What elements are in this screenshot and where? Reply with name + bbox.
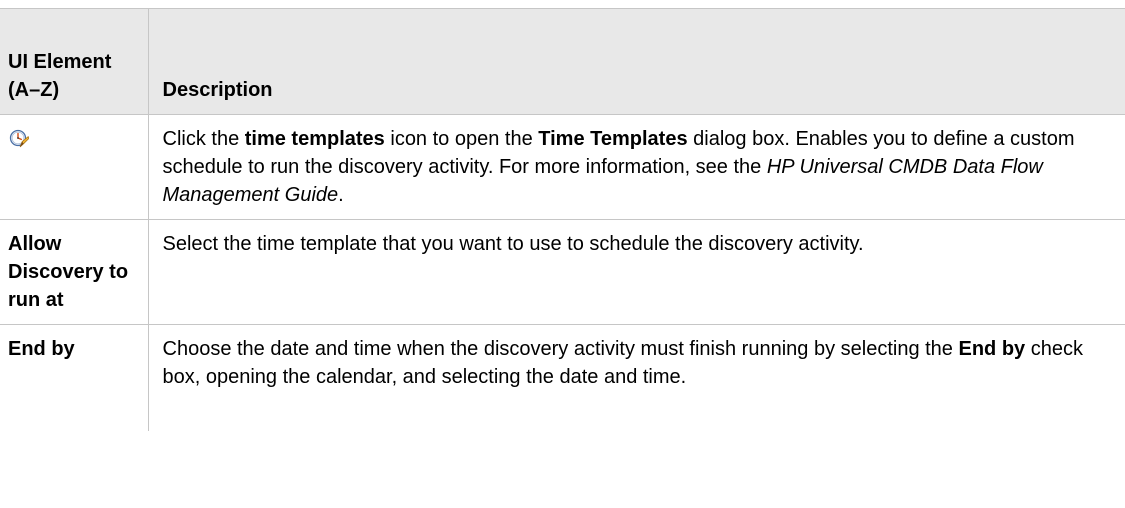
- time-templates-icon: [9, 129, 30, 149]
- description-text: Choose the date and time when the discov…: [162, 338, 1083, 388]
- element-cell: End by: [0, 324, 149, 431]
- time-templates-dialog-term: Time Templates: [538, 128, 688, 150]
- table-row: Click the time templates icon to open th…: [0, 114, 1125, 220]
- description-cell: Click the time templates icon to open th…: [147, 114, 1125, 220]
- description-cell: Choose the date and time when the discov…: [147, 324, 1125, 431]
- element-cell: Allow Discovery to run at: [0, 219, 149, 325]
- table-header: UI Element (A–Z) Description: [0, 8, 1125, 115]
- time-templates-term: time templates: [244, 128, 385, 150]
- element-label: End by: [8, 338, 75, 360]
- column-header-description-label: Description: [162, 79, 273, 101]
- description-text: Click the time templates icon to open th…: [162, 128, 1075, 206]
- description-text: Select the time template that you want t…: [162, 233, 864, 255]
- column-header-ui-element: UI Element (A–Z): [0, 8, 149, 115]
- table-body: Click the time templates icon to open th…: [0, 114, 1125, 431]
- table-row: Allow Discovery to run at Select the tim…: [0, 219, 1125, 325]
- table-row: End by Choose the date and time when the…: [0, 324, 1125, 431]
- ui-elements-table: UI Element (A–Z) Description Click the t…: [0, 8, 1125, 431]
- element-label: Allow Discovery to run at: [8, 233, 129, 311]
- header-row: UI Element (A–Z) Description: [0, 8, 1125, 115]
- column-header-description: Description: [147, 8, 1125, 115]
- element-cell: [0, 114, 149, 220]
- column-header-ui-element-label: UI Element (A–Z): [8, 51, 112, 101]
- description-cell: Select the time template that you want t…: [147, 219, 1125, 325]
- end-by-term: End by: [958, 338, 1026, 360]
